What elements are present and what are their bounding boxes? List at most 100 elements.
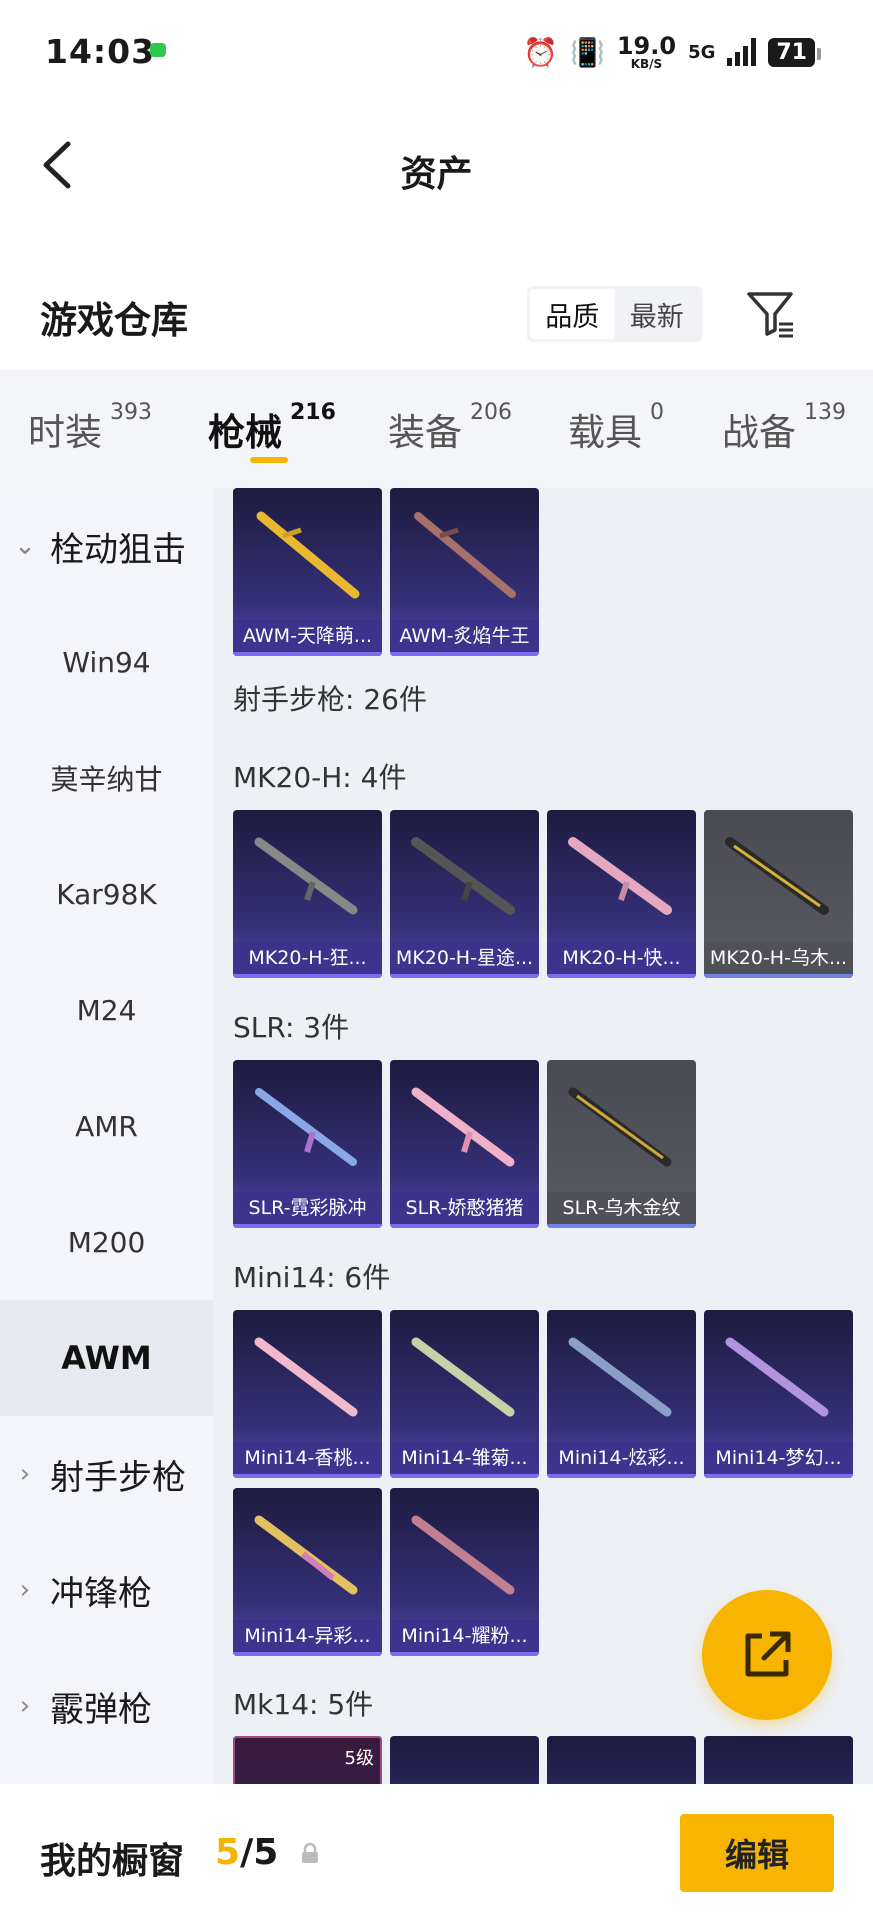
rifle-icon — [568, 837, 672, 915]
rifle-icon — [568, 1337, 672, 1417]
sidebar-item-kar98k[interactable]: Kar98K — [0, 836, 213, 952]
sidebar-category-label: 冲锋枪 — [50, 1573, 152, 1614]
weapon-card[interactable] — [390, 1736, 539, 1784]
sidebar-item-amr[interactable]: AMR — [0, 1068, 213, 1184]
weapon-card[interactable]: SLR-乌木金纹 — [547, 1060, 696, 1228]
section-header-mk14: Mk14: 5件 — [233, 1688, 374, 1721]
weapon-card[interactable]: MK20-H-狂... — [233, 810, 382, 978]
sidebar-item-mosin[interactable]: 莫辛纳甘 — [0, 720, 213, 836]
bottom-bar: 我的橱窗 5/5 编辑 — [0, 1784, 873, 1920]
level-badge: 5级 — [344, 1748, 374, 1769]
weapon-card[interactable]: Mini14-耀粉... — [390, 1488, 539, 1656]
sidebar-category-bolt-action[interactable]: ⌄ 栓动狙击 — [0, 488, 213, 604]
section-header-mini14: Mini14: 6件 — [233, 1261, 391, 1294]
tab-fashion[interactable]: 时装 393 — [28, 400, 152, 456]
edit-button[interactable]: 编辑 — [680, 1814, 834, 1892]
sidebar-item-awm[interactable]: AWM — [0, 1300, 213, 1416]
sidebar-item-win94[interactable]: Win94 — [0, 604, 213, 720]
weapon-card[interactable]: MK20-H-星途... — [390, 810, 539, 978]
weapon-card[interactable]: AWM-天降萌... — [233, 488, 382, 656]
tab-label: 时装 — [28, 411, 102, 454]
weapon-card[interactable]: SLR-娇憨猪猪 — [390, 1060, 539, 1228]
sort-quality-button[interactable]: 品质 — [530, 289, 615, 339]
weapon-sidebar: ⌄ 栓动狙击 Win94 莫辛纳甘 Kar98K M24 AMR M200 AW… — [0, 488, 213, 1784]
rifle-icon — [254, 837, 358, 915]
sidebar-category-smg[interactable]: › 冲锋枪 — [0, 1532, 213, 1648]
weapon-card[interactable]: MK20-H-乌木... — [704, 810, 853, 978]
weapon-card[interactable]: Mini14-香桃... — [233, 1310, 382, 1478]
lock-icon — [302, 1842, 318, 1863]
sidebar-category-shotgun[interactable]: › 霰弹枪 — [0, 1648, 213, 1764]
weapon-card[interactable]: Mini14-梦幻... — [704, 1310, 853, 1478]
weapon-card[interactable] — [547, 1736, 696, 1784]
rifle-icon — [411, 1087, 515, 1167]
tab-vehicles[interactable]: 载具 0 — [568, 400, 664, 456]
sidebar-item-m24[interactable]: M24 — [0, 952, 213, 1068]
sort-newest-button[interactable]: 最新 — [615, 289, 700, 339]
weapon-card[interactable]: MK20-H-快... — [547, 810, 696, 978]
share-fab[interactable] — [702, 1590, 832, 1720]
tab-guns[interactable]: 枪械 216 — [208, 400, 336, 456]
status-time: 14:03 — [45, 32, 156, 71]
weapon-card[interactable]: Mini14-异彩... — [233, 1488, 382, 1656]
sidebar-item-m200[interactable]: M200 — [0, 1184, 213, 1300]
network-speed: 19.0 KB/S — [617, 34, 676, 70]
top-bar: 资产 — [0, 105, 873, 225]
weapon-card-label: Mini14-雏菊... — [390, 1442, 539, 1478]
sidebar-category-label: 霰弹枪 — [50, 1689, 152, 1730]
sort-toggle: 品质 最新 — [527, 286, 702, 342]
weapon-card[interactable]: Mini14-雏菊... — [390, 1310, 539, 1478]
tab-count: 139 — [804, 400, 846, 425]
weapon-card-label: AWM-天降萌... — [233, 620, 382, 656]
weapon-card[interactable]: Mini14-炫彩... — [547, 1310, 696, 1478]
sidebar-category-marksman[interactable]: › 射手步枪 — [0, 1416, 213, 1532]
weapon-card-label: SLR-乌木金纹 — [547, 1192, 696, 1228]
rifle-icon — [568, 1087, 672, 1167]
battery-icon: 71 — [768, 37, 821, 67]
weapon-card-label: MK20-H-星途... — [390, 942, 539, 978]
weapon-card[interactable]: SLR-霓彩脉冲 — [233, 1060, 382, 1228]
filter-icon[interactable] — [745, 288, 797, 340]
weapon-card-label: AWM-炙焰牛王 — [390, 620, 539, 656]
tab-count: 206 — [470, 400, 512, 425]
page-title: 资产 — [400, 154, 473, 195]
tab-label: 装备 — [388, 411, 462, 454]
status-icons: ⏰ 📳 19.0 KB/S 5G 71 — [523, 32, 821, 72]
sidebar-category-label: 栓动狙击 — [50, 529, 186, 570]
section-header-marksman: 射手步枪: 26件 — [233, 683, 427, 716]
showcase-counter: 5/5 — [215, 1832, 278, 1873]
weapon-card[interactable] — [704, 1736, 853, 1784]
rifle-icon — [256, 511, 360, 599]
speed-unit: KB/S — [630, 57, 663, 71]
showcase-count-total: 5 — [253, 1832, 279, 1873]
chevron-right-icon: › — [19, 1691, 31, 1721]
category-tabs: 时装 393 枪械 216 装备 206 载具 0 战备 139 — [0, 370, 873, 488]
weapon-card-label: MK20-H-快... — [547, 942, 696, 978]
warehouse-header: 游戏仓库 品质 最新 — [0, 270, 873, 360]
network-type: 5G — [688, 41, 716, 63]
rifle-icon — [411, 1337, 515, 1417]
alarm-icon: ⏰ — [523, 35, 558, 69]
weapon-card-label: MK20-H-乌木... — [704, 942, 853, 978]
tab-count: 0 — [650, 400, 664, 425]
active-tab-indicator — [250, 457, 288, 463]
weapon-card-label: SLR-霓彩脉冲 — [233, 1192, 382, 1228]
rifle-icon — [725, 1337, 829, 1417]
section-header-mk20: MK20-H: 4件 — [233, 761, 407, 794]
tab-equipment[interactable]: 装备 206 — [388, 400, 512, 456]
weapon-card[interactable]: AWM-炙焰牛王 — [390, 488, 539, 656]
external-link-icon — [745, 1631, 791, 1677]
showcase-label: 我的橱窗 — [40, 1841, 185, 1882]
tab-count: 393 — [110, 400, 152, 425]
wechat-notification-icon — [150, 43, 166, 57]
weapon-card[interactable]: 5级 — [233, 1736, 382, 1784]
rifle-icon — [725, 837, 829, 915]
tab-supplies[interactable]: 战备 139 — [722, 400, 846, 456]
rifle-icon — [255, 1088, 357, 1166]
chevron-right-icon: › — [19, 1459, 31, 1489]
showcase-count-separator: / — [240, 1832, 254, 1873]
chevron-right-icon: › — [19, 1575, 31, 1605]
section-header-slr: SLR: 3件 — [233, 1011, 350, 1044]
speed-value: 19.0 — [616, 32, 677, 60]
tab-label: 载具 — [568, 411, 642, 454]
